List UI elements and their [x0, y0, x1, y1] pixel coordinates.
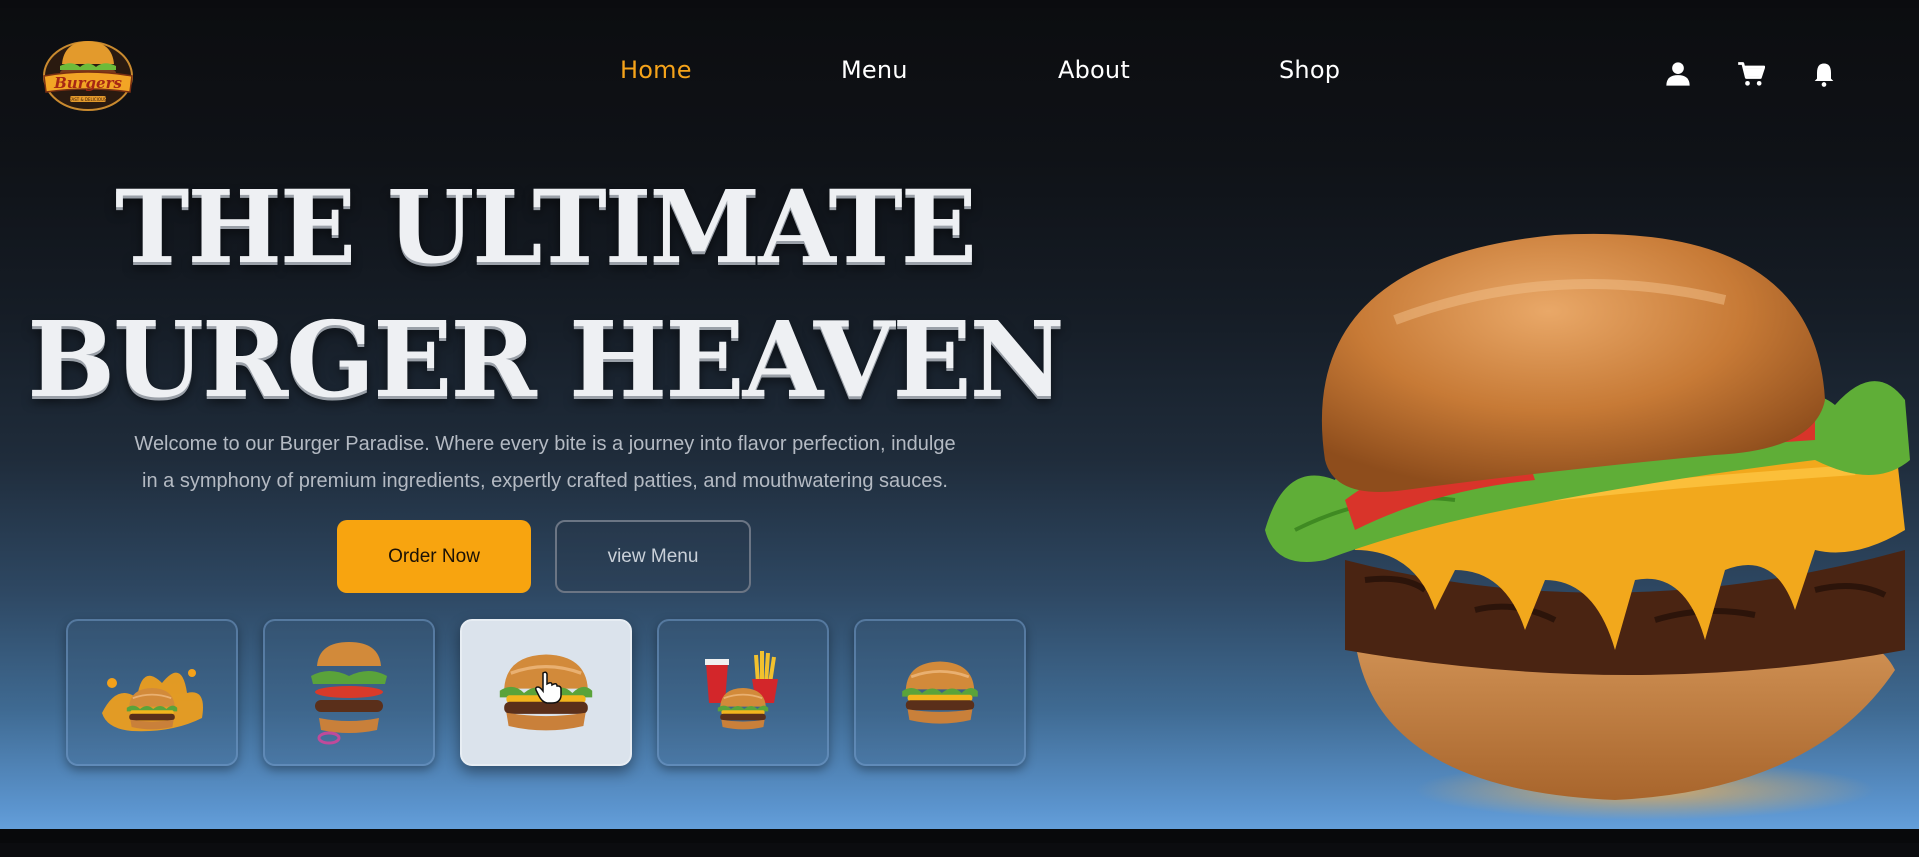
- nav-shop[interactable]: Shop: [1279, 56, 1340, 84]
- logo-subtext: FAST & DELICIOUS: [70, 97, 107, 102]
- thumbnail-double-burger[interactable]: [854, 619, 1026, 766]
- user-icon[interactable]: [1664, 60, 1692, 88]
- thumbnail-burger-combo-meal[interactable]: [657, 619, 829, 766]
- thumbnail-cheese-splash-burger[interactable]: [66, 619, 238, 766]
- double-burger-image: [900, 659, 980, 725]
- hero-description: Welcome to our Burger Paradise. Where ev…: [80, 426, 1010, 500]
- hero-title-line1: THE ULTIMATE: [115, 168, 977, 286]
- burger-combo-meal-image: [705, 650, 778, 730]
- view-menu-button[interactable]: view Menu: [555, 520, 751, 593]
- hero-title-line2: BURGER HEAVEN: [27, 298, 1064, 421]
- hero-burger-image: [1265, 233, 1910, 820]
- nav-home[interactable]: Home: [620, 56, 692, 84]
- thumbnail-floating-ingredients-burger[interactable]: [263, 619, 435, 766]
- bottom-bar: [0, 829, 1919, 843]
- hero-description-line1: Welcome to our Burger Paradise. Where ev…: [134, 433, 956, 455]
- cheese-splash-burger-image: [102, 668, 203, 731]
- main-nav: Home Menu About Shop: [0, 56, 1919, 96]
- hero-description-line2: in a symphony of premium ingredients, ex…: [142, 470, 948, 492]
- order-now-button[interactable]: Order Now: [337, 520, 531, 593]
- landing-page: Burgers FAST & DELICIOUS Home Menu About…: [0, 8, 1919, 843]
- hand-cursor-icon: [535, 671, 562, 704]
- nav-about[interactable]: About: [1058, 56, 1130, 84]
- floating-ingredients-burger-image: [311, 641, 387, 744]
- bell-icon[interactable]: [1810, 60, 1838, 88]
- nav-menu[interactable]: Menu: [841, 56, 908, 84]
- cart-icon[interactable]: [1737, 60, 1765, 88]
